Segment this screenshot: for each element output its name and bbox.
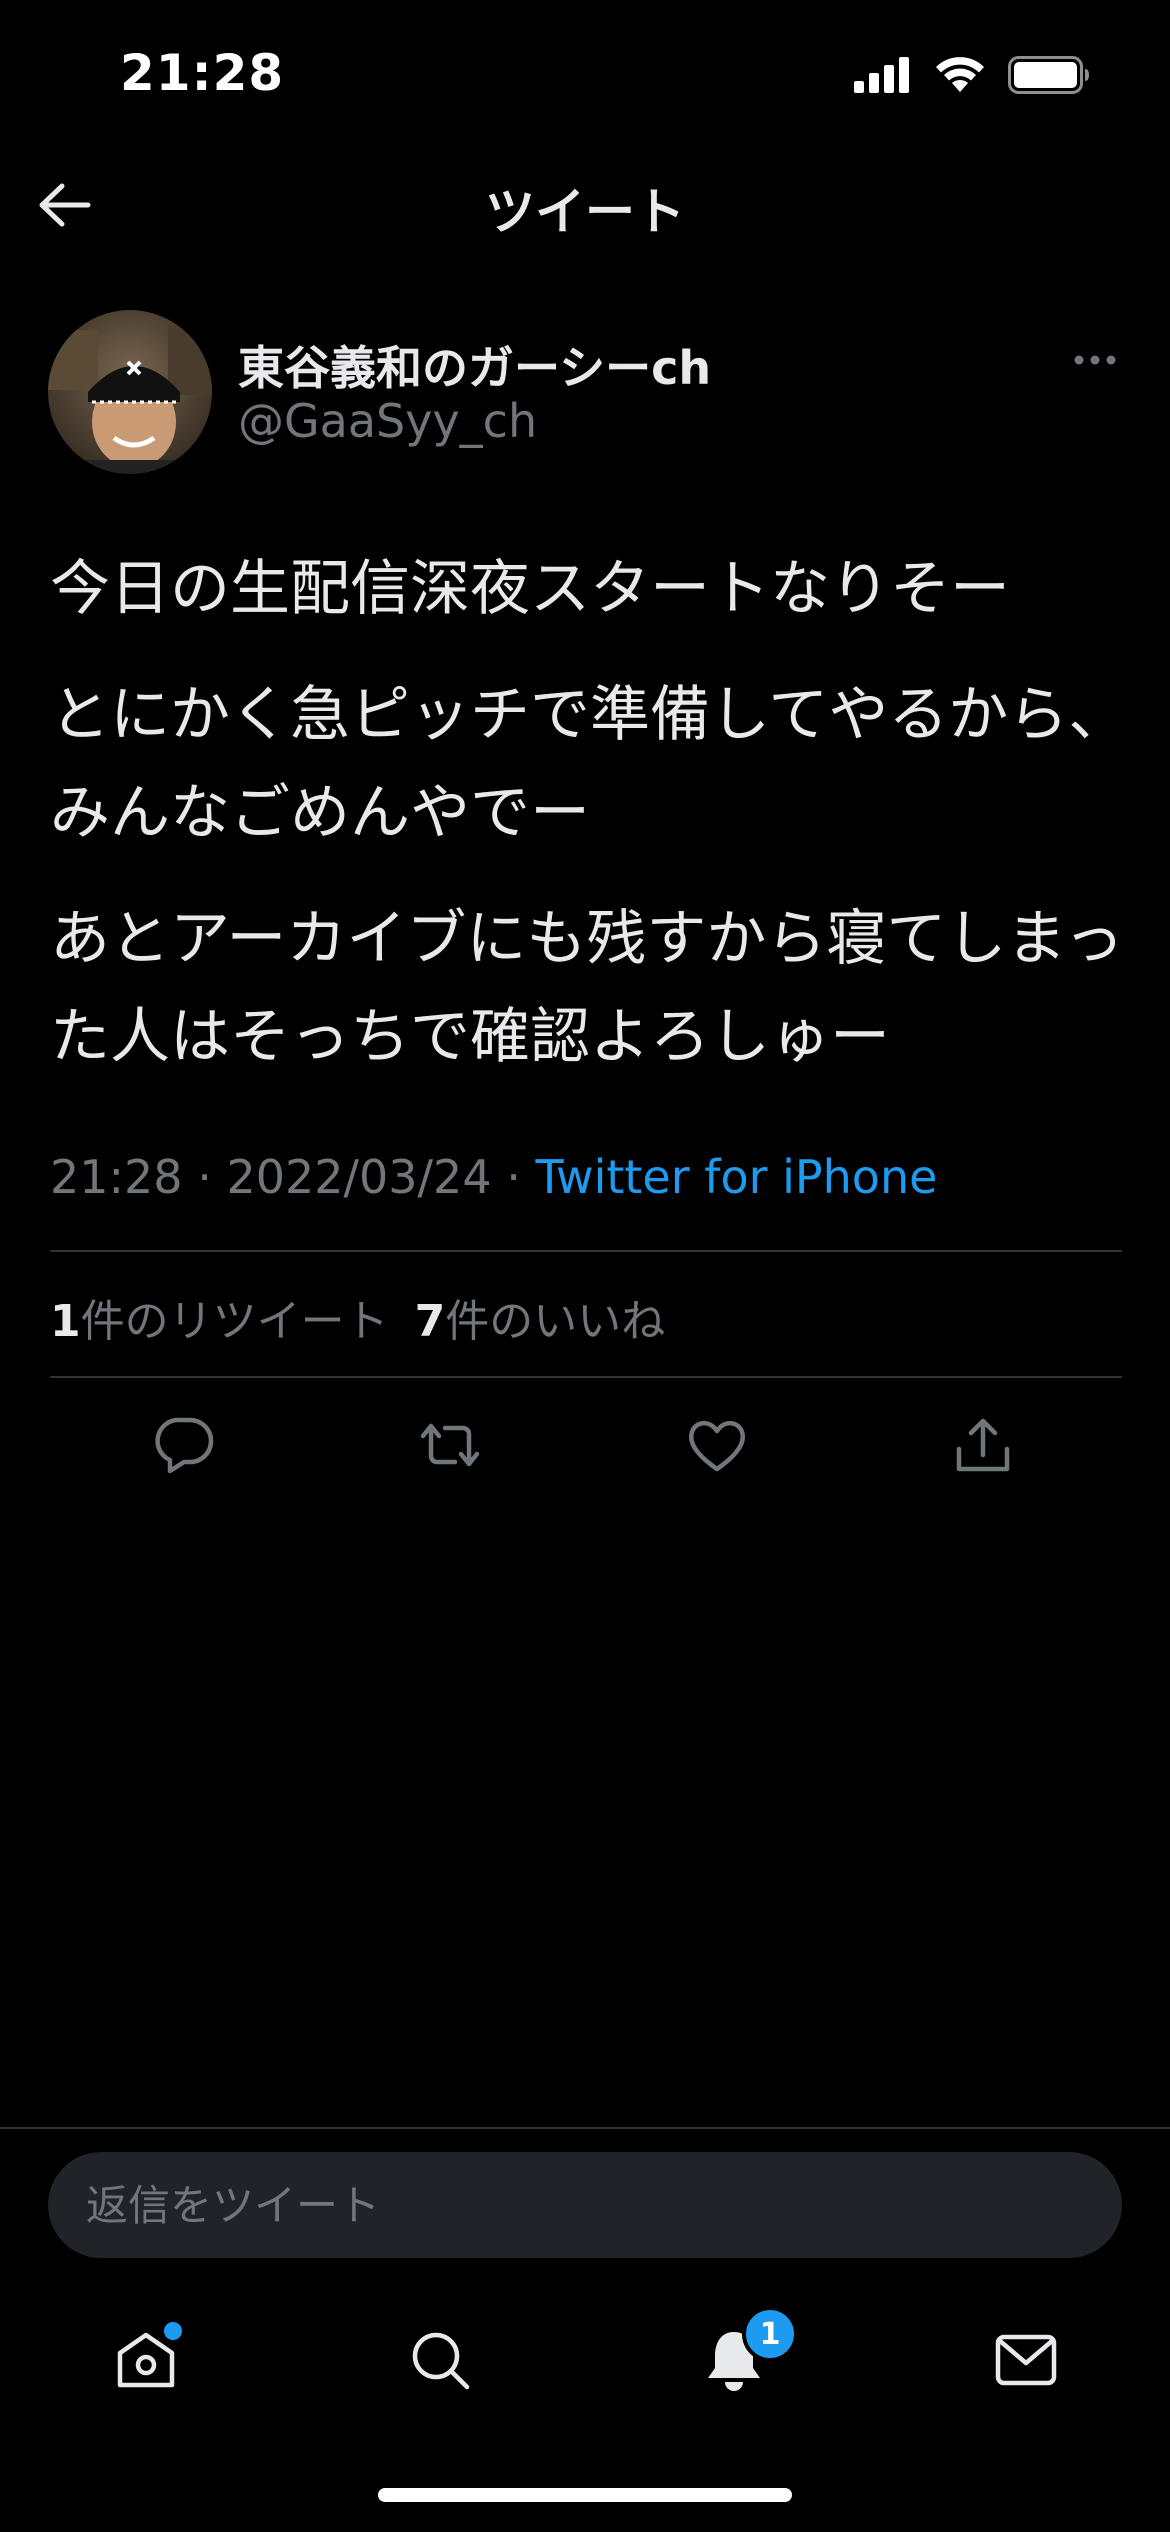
retweets-count: 1 <box>50 1296 81 1347</box>
messages-icon <box>995 2334 1057 2386</box>
likes-stat[interactable]: 7件のいいね <box>415 1296 666 1347</box>
tweet-source-link[interactable]: Twitter for iPhone <box>535 1150 937 1204</box>
like-button[interactable] <box>682 1410 752 1480</box>
page-title: ツイート <box>485 183 685 241</box>
reply-input[interactable] <box>84 2179 1122 2231</box>
tab-search[interactable] <box>400 2320 480 2400</box>
meta-separator: · <box>197 1150 212 1204</box>
tweet-meta: 21:28 · 2022/03/24 · Twitter for iPhone <box>50 1150 937 1204</box>
like-icon <box>689 1421 745 1472</box>
likes-count: 7 <box>414 1296 446 1347</box>
retweet-icon <box>420 1423 480 1467</box>
reply-icon <box>155 1417 214 1474</box>
composer-divider <box>0 2127 1170 2129</box>
reply-composer[interactable] <box>48 2152 1122 2258</box>
more-options-button[interactable] <box>1060 340 1130 380</box>
share-button[interactable] <box>948 1410 1018 1480</box>
meta-separator: · <box>506 1150 521 1204</box>
battery-icon <box>1008 56 1089 94</box>
retweets-stat[interactable]: 1件のリツイート <box>50 1296 389 1347</box>
tweet-paragraph: あとアーカイブにも残すから寝てしまった人はそっちで確認よろしゅー <box>50 904 1124 1072</box>
share-icon <box>956 1418 1010 1472</box>
avatar-image <box>48 310 212 474</box>
retweets-label: 件のリツイート <box>80 1296 389 1347</box>
tweet-text: 今日の生配信深夜スタートなりそー とにかく急ピッチで準備してやるから、みんなごめ… <box>50 540 1130 1114</box>
author-handle[interactable]: @GaaSyy_ch <box>238 394 537 448</box>
more-icon <box>1074 355 1116 365</box>
notifications-badge: 1 <box>742 2306 798 2362</box>
tab-notifications[interactable]: 1 <box>694 2306 798 2400</box>
tab-messages[interactable] <box>986 2320 1066 2400</box>
wifi-icon <box>936 57 984 92</box>
tweet-stats: 1件のリツイート 7件のいいね <box>50 1285 665 1349</box>
status-bar-time: 21:28 <box>120 44 285 102</box>
search-icon <box>412 2332 470 2390</box>
tweet-paragraph: とにかく急ピッチで準備してやるから、みんなごめんやでー <box>50 680 1129 848</box>
cellular-signal-icon <box>854 57 909 93</box>
tweet-paragraph: 今日の生配信深夜スタートなりそー <box>50 554 1010 624</box>
retweet-button[interactable] <box>415 1410 485 1480</box>
likes-label: 件のいいね <box>445 1296 666 1347</box>
home-unread-dot <box>164 2322 182 2340</box>
avatar[interactable] <box>48 310 212 474</box>
reply-button[interactable] <box>148 1410 218 1480</box>
author-name[interactable]: 東谷義和のガーシーch <box>238 332 711 398</box>
tweet-date: 2022/03/24 <box>226 1150 492 1204</box>
tab-home[interactable] <box>106 2320 186 2400</box>
divider <box>50 1376 1122 1378</box>
tweet-time: 21:28 <box>50 1150 183 1204</box>
status-bar-icons <box>854 56 1090 94</box>
divider <box>50 1250 1122 1252</box>
home-indicator[interactable] <box>378 2488 792 2502</box>
